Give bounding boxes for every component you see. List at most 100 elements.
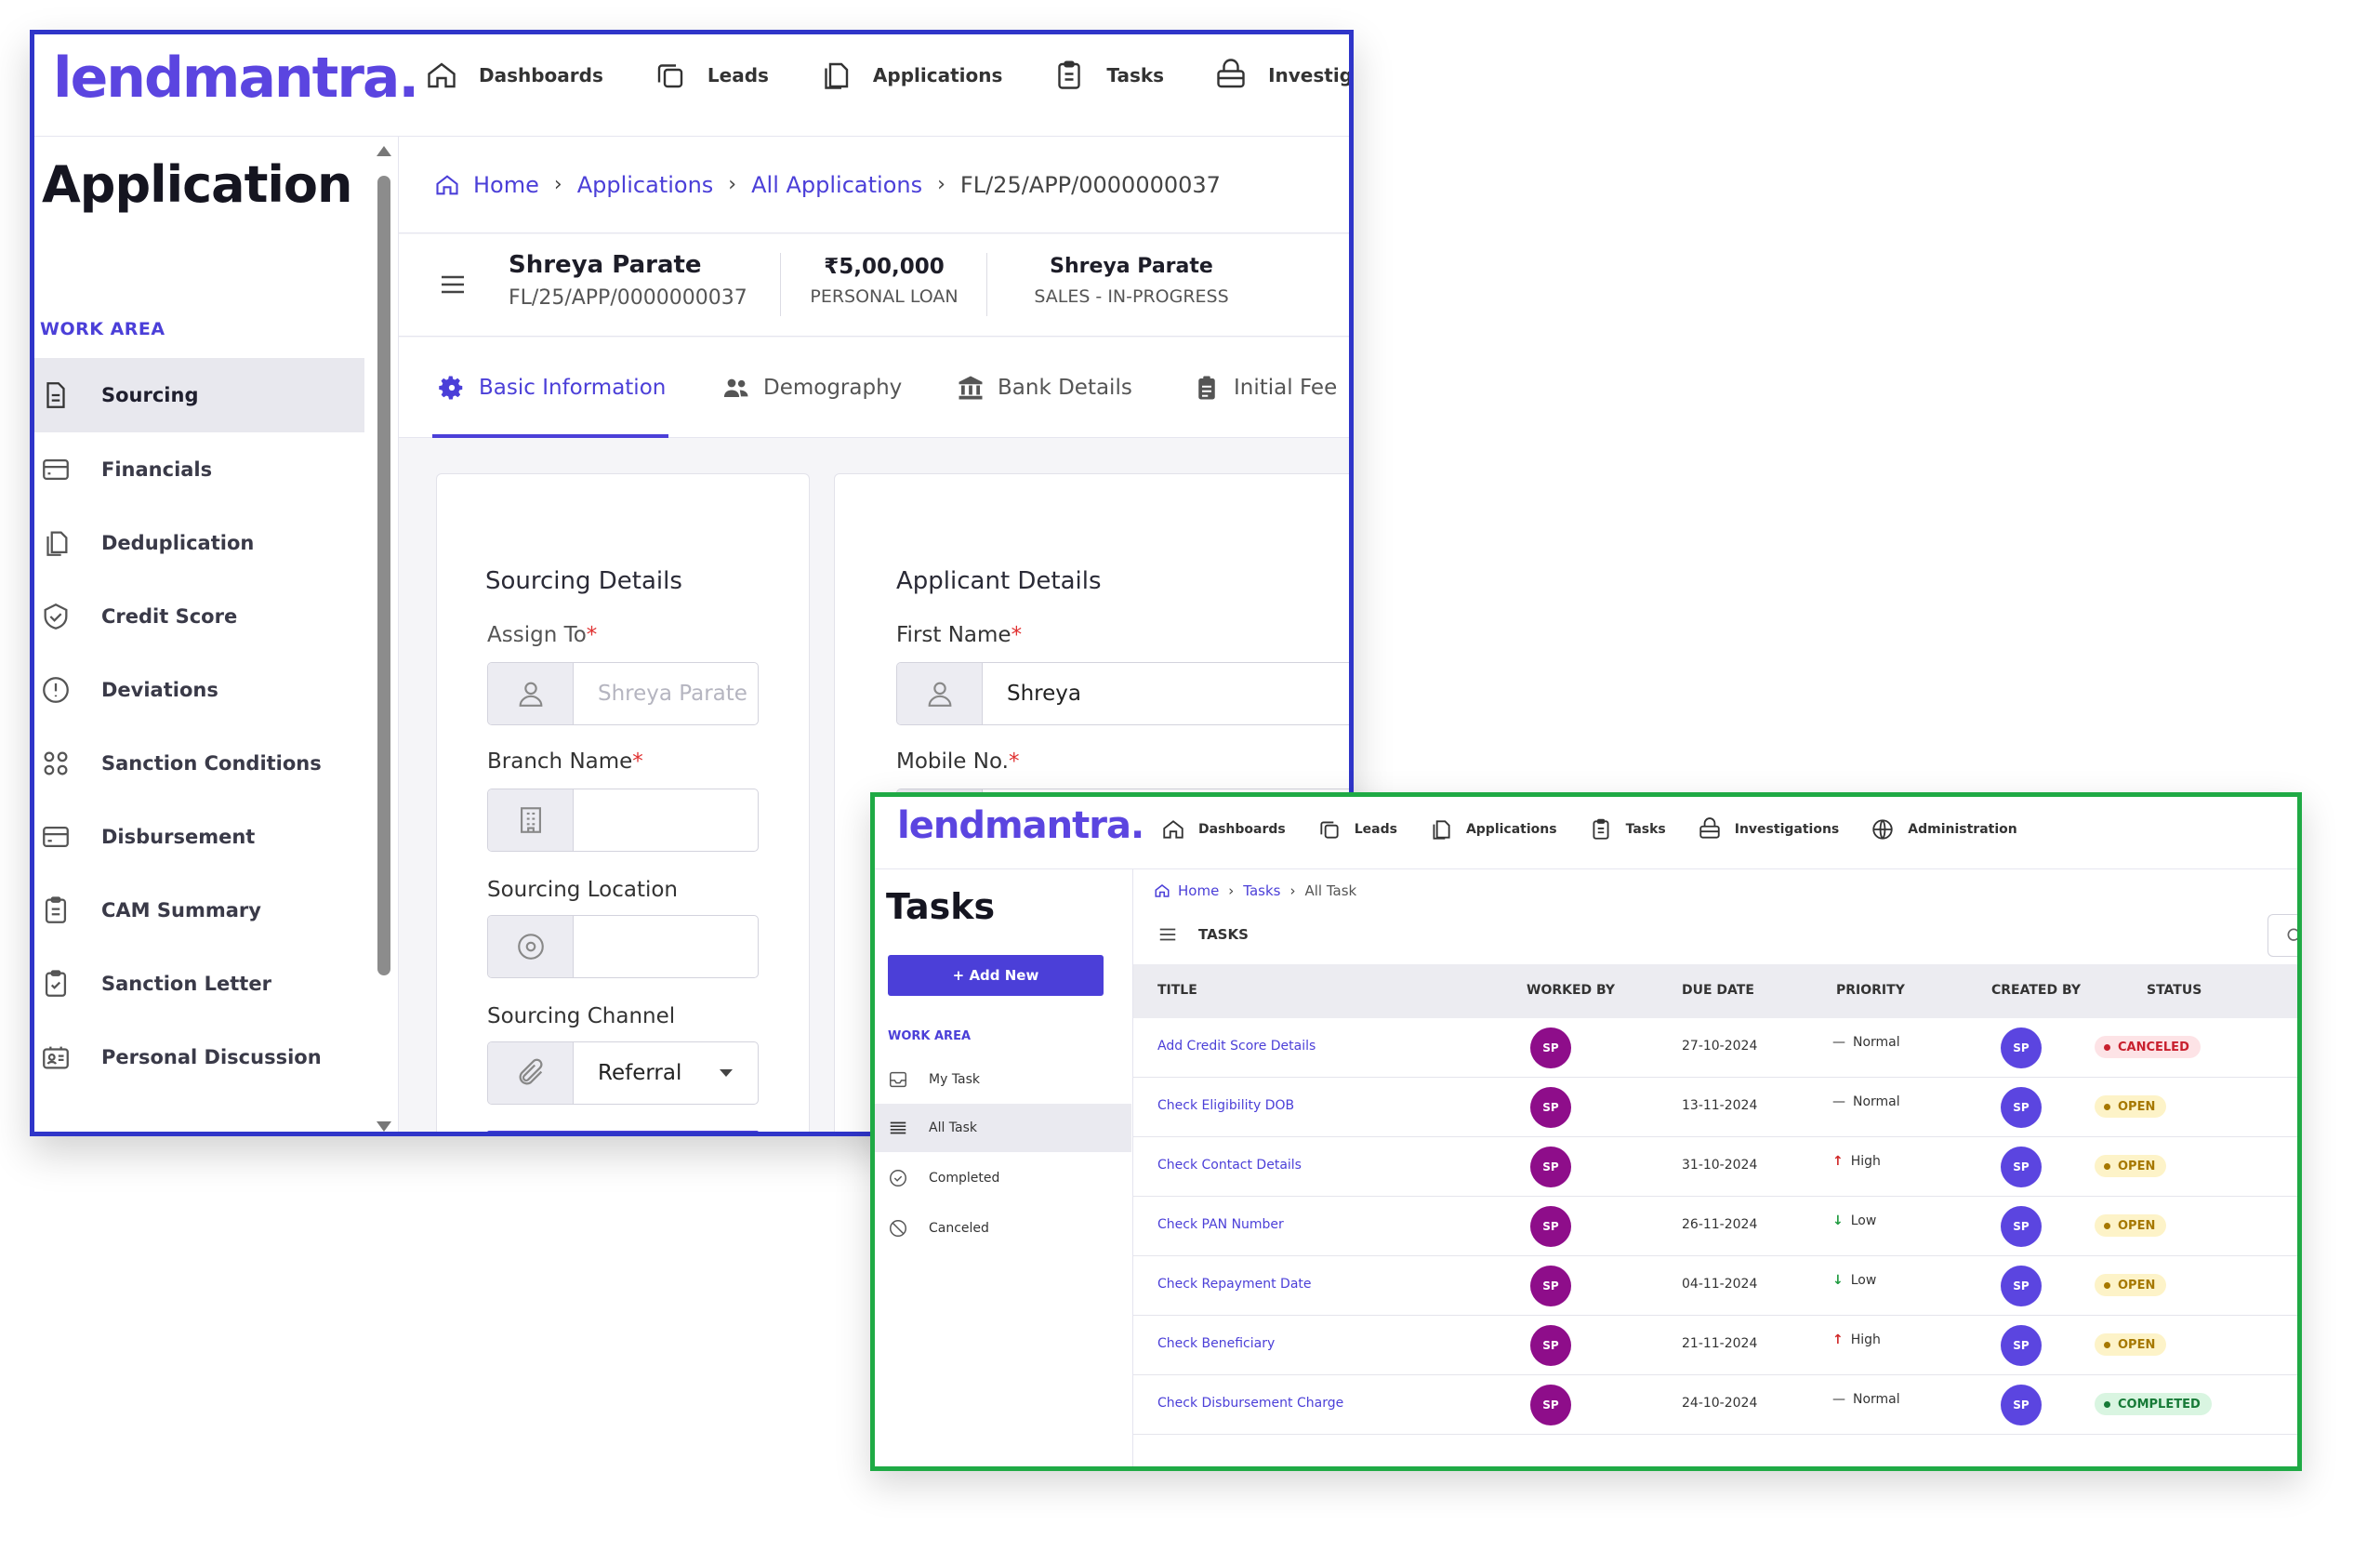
nav-leads[interactable]: Leads	[1317, 817, 1397, 842]
task-title-link[interactable]: Check Repayment Date	[1157, 1277, 1312, 1292]
tab-basic-information[interactable]: Basic Information	[438, 338, 666, 438]
breadcrumb-home[interactable]: Home	[473, 172, 539, 198]
task-title-link[interactable]: Check Disbursement Charge	[1157, 1396, 1343, 1411]
add-new-button[interactable]: + Add New	[888, 955, 1104, 996]
column-header-status[interactable]: STATUS	[2147, 983, 2202, 998]
table-row[interactable]: Check Disbursement Charge SP 24-10-2024 …	[1133, 1375, 2297, 1435]
chevron-right-icon: ›	[1289, 882, 1296, 899]
nav-label: Leads	[1354, 822, 1397, 837]
sidebar-item-all-task[interactable]: All Task	[875, 1104, 1131, 1152]
status-badge: OPEN	[2095, 1214, 2167, 1237]
sidebar: Application WORK AREA Sourcing Financial…	[34, 137, 399, 1132]
nav-applications[interactable]: Applications	[1429, 817, 1557, 842]
submit-button-edge[interactable]	[487, 1131, 759, 1132]
building-icon	[488, 789, 574, 851]
loan-type: PERSONAL LOAN	[810, 286, 959, 307]
document-icon	[819, 59, 853, 92]
nav-tasks[interactable]: Tasks	[1589, 817, 1666, 842]
sidebar-item-financials[interactable]: Financials	[34, 432, 364, 507]
tab-initial-fee[interactable]: Initial Fee	[1193, 338, 1337, 438]
menu-icon[interactable]	[438, 270, 468, 299]
task-title-link[interactable]: Check PAN Number	[1157, 1217, 1284, 1232]
tab-bank-details[interactable]: Bank Details	[957, 338, 1132, 438]
column-header-due-date[interactable]: DUE DATE	[1682, 983, 1754, 998]
sidebar-scrollbar[interactable]	[370, 137, 398, 1132]
clipboard-check-icon	[40, 968, 101, 1000]
first-name-field[interactable]: Shreya	[896, 662, 1349, 725]
table-row[interactable]: Check Beneficiary SP 21-11-2024 ↑ High SP…	[1133, 1316, 2297, 1375]
nav-label: Investigations	[1734, 822, 1840, 837]
sidebar-item-cam-summary[interactable]: CAM Summary	[34, 873, 364, 948]
ban-icon	[888, 1218, 929, 1239]
table-header: TITLE WORKED BY DUE DATE PRIORITY CREATE…	[1133, 964, 2297, 1018]
page-title: Tasks	[886, 886, 996, 927]
required-mark: *	[1008, 749, 1020, 774]
sourcing-location-field[interactable]	[487, 915, 759, 978]
sidebar-item-canceled[interactable]: Canceled	[875, 1204, 1131, 1253]
nav-tasks[interactable]: Tasks	[1052, 59, 1164, 92]
nav-dashboards[interactable]: Dashboards	[425, 59, 603, 92]
sidebar-item-completed[interactable]: Completed	[875, 1154, 1131, 1202]
sidebar-item-sourcing[interactable]: Sourcing	[34, 358, 364, 432]
sidebar-item-my-task[interactable]: My Task	[875, 1055, 1131, 1104]
breadcrumb-tasks[interactable]: Tasks	[1243, 882, 1280, 899]
nav-investigations[interactable]: Investigations	[1698, 817, 1840, 842]
table-row[interactable]: Check PAN Number SP 26-11-2024 ↓ Low SP O…	[1133, 1197, 2297, 1256]
logo[interactable]: lendmantra.	[897, 804, 1144, 847]
avatar: SP	[2001, 1266, 2042, 1306]
owner-name: Shreya Parate	[1050, 255, 1213, 278]
task-title-link[interactable]: Check Beneficiary	[1157, 1336, 1275, 1351]
breadcrumb-home[interactable]: Home	[1178, 882, 1219, 899]
column-header-priority[interactable]: PRIORITY	[1836, 983, 1905, 998]
sidebar-item-sanction-letter[interactable]: Sanction Letter	[34, 947, 364, 1021]
label-text: First Name	[896, 623, 1012, 647]
main-nav: Dashboards Leads Applications Tasks Inve…	[1161, 817, 2049, 842]
task-title-link[interactable]: Check Contact Details	[1157, 1158, 1302, 1173]
sidebar-item-disbursement[interactable]: Disbursement	[34, 800, 364, 874]
breadcrumb-all-applications[interactable]: All Applications	[751, 172, 922, 198]
sidebar-item-deviations[interactable]: Deviations	[34, 653, 364, 727]
nav-dashboards[interactable]: Dashboards	[1161, 817, 1286, 842]
tab-demography[interactable]: Demography	[722, 338, 902, 438]
sidebar-item-credit-score[interactable]: Credit Score	[34, 579, 364, 654]
menu-icon[interactable]	[1157, 924, 1178, 945]
scroll-thumb[interactable]	[377, 176, 390, 975]
nav-leads[interactable]: Leads	[654, 59, 769, 92]
column-header-created-by[interactable]: CREATED BY	[1991, 983, 2081, 998]
column-header-worked-by[interactable]: WORKED BY	[1527, 983, 1615, 998]
bank-icon	[957, 374, 985, 402]
sourcing-channel-select[interactable]: Referral	[487, 1041, 759, 1105]
nav-applications[interactable]: Applications	[819, 59, 1002, 92]
top-navbar: lendmantra. Dashboards Leads Application…	[875, 797, 2297, 869]
table-row[interactable]: Check Contact Details SP 31-10-2024 ↑ Hig…	[1133, 1137, 2297, 1197]
search-box[interactable]	[2268, 914, 2297, 957]
breadcrumb-applications[interactable]: Applications	[577, 172, 714, 198]
scroll-down-icon[interactable]	[376, 1120, 392, 1133]
briefcase-icon	[1698, 817, 1722, 842]
nav-administration[interactable]: Administration	[1871, 817, 2017, 842]
nav-label: Tasks	[1106, 64, 1165, 86]
avatar: SP	[1530, 1325, 1571, 1366]
logo[interactable]: lendmantra.	[53, 46, 419, 111]
alert-icon	[40, 674, 101, 706]
assign-to-field[interactable]: Shreya Parate	[487, 662, 759, 725]
sidebar-item-personal-discussion[interactable]: Personal Discussion	[34, 1020, 364, 1094]
nav-investigations[interactable]: Investigati	[1214, 59, 1349, 92]
scroll-up-icon[interactable]	[376, 144, 392, 157]
sidebar-item-label: Credit Score	[101, 605, 238, 628]
due-date: 24-10-2024	[1682, 1396, 1758, 1411]
table-row[interactable]: Add Credit Score Details SP 27-10-2024 —…	[1133, 1018, 2297, 1078]
due-date: 26-11-2024	[1682, 1217, 1758, 1232]
breadcrumb: Home › Tasks › All Task	[1154, 882, 1356, 899]
sidebar-item-sanction-conditions[interactable]: Sanction Conditions	[34, 726, 364, 801]
sidebar-item-deduplication[interactable]: Deduplication	[34, 506, 364, 580]
required-mark: *	[586, 623, 598, 647]
inbox-icon	[888, 1069, 929, 1090]
table-row[interactable]: Check Eligibility DOB SP 13-11-2024 — Nor…	[1133, 1078, 2297, 1137]
dash-icon: —	[1832, 1035, 1845, 1050]
table-row[interactable]: Check Repayment Date SP 04-11-2024 ↓ Low …	[1133, 1256, 2297, 1316]
task-title-link[interactable]: Add Credit Score Details	[1157, 1039, 1316, 1054]
task-title-link[interactable]: Check Eligibility DOB	[1157, 1098, 1294, 1113]
branch-name-field[interactable]	[487, 789, 759, 852]
column-header-title[interactable]: TITLE	[1157, 983, 1197, 998]
